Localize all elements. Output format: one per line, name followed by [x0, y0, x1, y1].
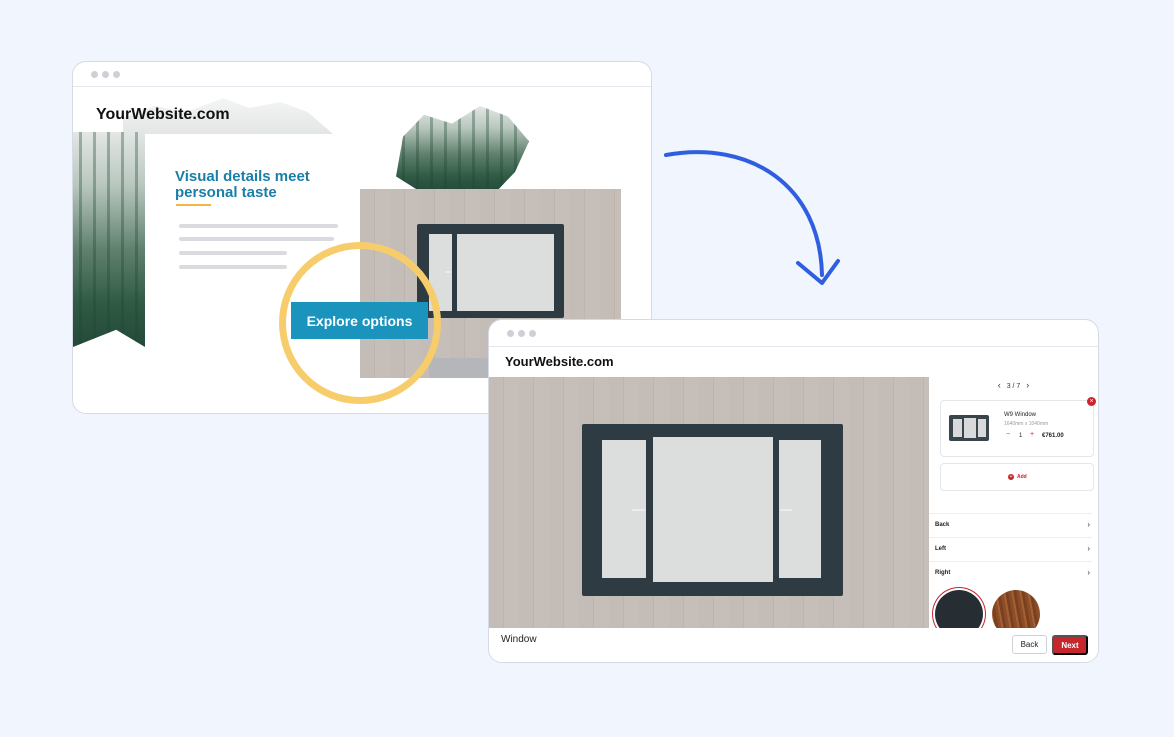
window-dot	[518, 330, 525, 337]
window-dot	[113, 71, 120, 78]
section-back[interactable]: Back ›	[929, 513, 1092, 537]
window-pane	[653, 437, 773, 582]
heading-underline	[176, 204, 211, 206]
browser-titlebar	[489, 320, 1098, 347]
chevron-right-icon: ›	[1087, 520, 1090, 529]
plus-circle-icon: +	[1008, 474, 1014, 480]
add-label: Add	[1017, 474, 1027, 480]
item-price: €761.00	[1042, 433, 1064, 439]
next-button[interactable]: Next	[1052, 635, 1088, 655]
window-pane	[457, 234, 554, 311]
section-right[interactable]: Right ›	[929, 561, 1092, 585]
chevron-left-icon[interactable]: ‹	[998, 380, 1001, 390]
hero-heading: Visual details meet personal taste	[175, 169, 310, 201]
item-thumbnail	[949, 415, 989, 441]
site-title[interactable]: YourWebsite.com	[505, 354, 614, 369]
minus-icon[interactable]: −	[1006, 431, 1010, 438]
text-placeholder-line	[179, 265, 287, 269]
window-handle	[780, 509, 792, 511]
section-label: Left	[935, 546, 946, 552]
back-button[interactable]: Back	[1012, 635, 1047, 654]
hero-heading-line2: personal taste	[175, 184, 277, 201]
section-label: Back	[935, 522, 950, 528]
window-handle	[632, 509, 645, 511]
close-icon[interactable]: ×	[1087, 397, 1096, 406]
chevron-right-icon: ›	[1087, 544, 1090, 553]
item-dimensions: 1640mm x 1040mm	[1004, 421, 1049, 427]
item-name: W9 Window	[1004, 412, 1037, 418]
options-panel: ‹ 3 / 7 › W9 Window 1640mm x 1040mm − 1 …	[929, 378, 1098, 638]
section-label: Right	[935, 570, 951, 576]
chevron-right-icon: ›	[1087, 568, 1090, 577]
site-title[interactable]: YourWebsite.com	[96, 106, 230, 124]
text-placeholder-line	[179, 237, 334, 241]
pager-text: 3 / 7	[1006, 383, 1021, 390]
add-button[interactable]: + Add	[940, 463, 1094, 491]
text-placeholder-line	[179, 224, 338, 228]
window-dot	[102, 71, 109, 78]
item-card[interactable]: W9 Window 1640mm x 1040mm − 1 + €761.00	[940, 400, 1094, 457]
chevron-right-icon[interactable]: ›	[1026, 380, 1029, 390]
section-left[interactable]: Left ›	[929, 537, 1092, 561]
forest-image-right	[396, 106, 529, 194]
quantity-value[interactable]: 1	[1019, 433, 1022, 439]
window-dot	[529, 330, 536, 337]
plus-icon[interactable]: +	[1030, 431, 1034, 438]
explore-options-button[interactable]: Explore options	[291, 302, 428, 339]
configurator-window: YourWebsite.com ‹ 3 / 7 › W9 Window 1640…	[488, 319, 1099, 663]
hero-heading-line1: Visual details meet	[175, 168, 310, 185]
text-placeholder-line	[179, 251, 287, 255]
window-dot	[507, 330, 514, 337]
footer-bar	[489, 628, 1098, 662]
footer-label: Window	[501, 634, 537, 645]
item-pager: ‹ 3 / 7 ›	[929, 380, 1098, 390]
window-handle	[445, 271, 451, 273]
browser-titlebar	[73, 62, 651, 87]
window-dot	[91, 71, 98, 78]
forest-image-left	[73, 132, 145, 347]
flow-arrow-icon	[664, 150, 840, 285]
